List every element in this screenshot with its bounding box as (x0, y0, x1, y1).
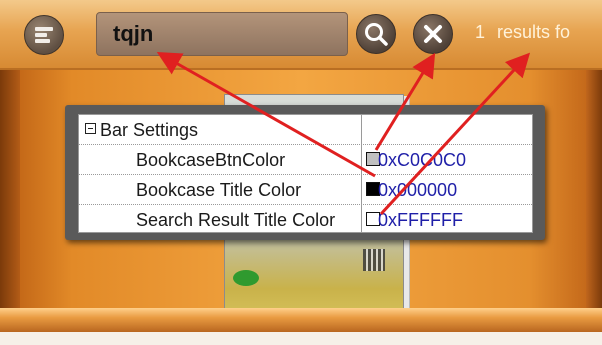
shelf-base (0, 332, 602, 345)
bookshelf (0, 308, 602, 332)
property-value[interactable]: 0xC0C0C0 (378, 150, 466, 171)
results-text: results fo (497, 22, 571, 42)
settings-panel: Bar Settings BookcaseBtnColor 0xC0C0C0 B… (65, 105, 545, 240)
search-button[interactable] (356, 14, 396, 54)
book-cover-graphic (233, 270, 259, 286)
close-icon (424, 25, 442, 43)
bookcase-right-side (586, 70, 602, 345)
bookcase-left-side (0, 70, 20, 345)
clear-search-button[interactable] (413, 14, 453, 54)
property-group-row[interactable]: Bar Settings (79, 115, 532, 145)
property-name: BookcaseBtnColor (136, 150, 286, 170)
property-row[interactable]: BookcaseBtnColor 0xC0C0C0 (79, 145, 532, 175)
property-group-label: Bar Settings (100, 120, 199, 140)
menu-icon (35, 27, 53, 43)
search-input-value: tqjn (113, 21, 154, 46)
property-value[interactable]: 0xFFFFFF (378, 210, 463, 231)
top-toolbar: tqjn 1 results fo (0, 0, 602, 70)
screenshot-frame: tqjn 1 results fo Bar Settings BookcaseB… (0, 0, 602, 345)
book-cover-qr-code (363, 249, 385, 271)
collapse-icon[interactable] (85, 123, 96, 134)
property-name: Search Result Title Color (136, 210, 336, 230)
property-name: Bookcase Title Color (136, 180, 302, 200)
menu-button[interactable] (24, 15, 64, 55)
property-grid: Bar Settings BookcaseBtnColor 0xC0C0C0 B… (78, 114, 533, 233)
search-results-label: 1 results fo (475, 22, 570, 43)
search-icon (365, 23, 388, 46)
search-input[interactable]: tqjn (96, 12, 348, 56)
property-row[interactable]: Bookcase Title Color 0x000000 (79, 175, 532, 205)
property-value[interactable]: 0x000000 (378, 180, 457, 201)
results-count: 1 (475, 22, 486, 42)
property-row[interactable]: Search Result Title Color 0xFFFFFF (79, 205, 532, 234)
